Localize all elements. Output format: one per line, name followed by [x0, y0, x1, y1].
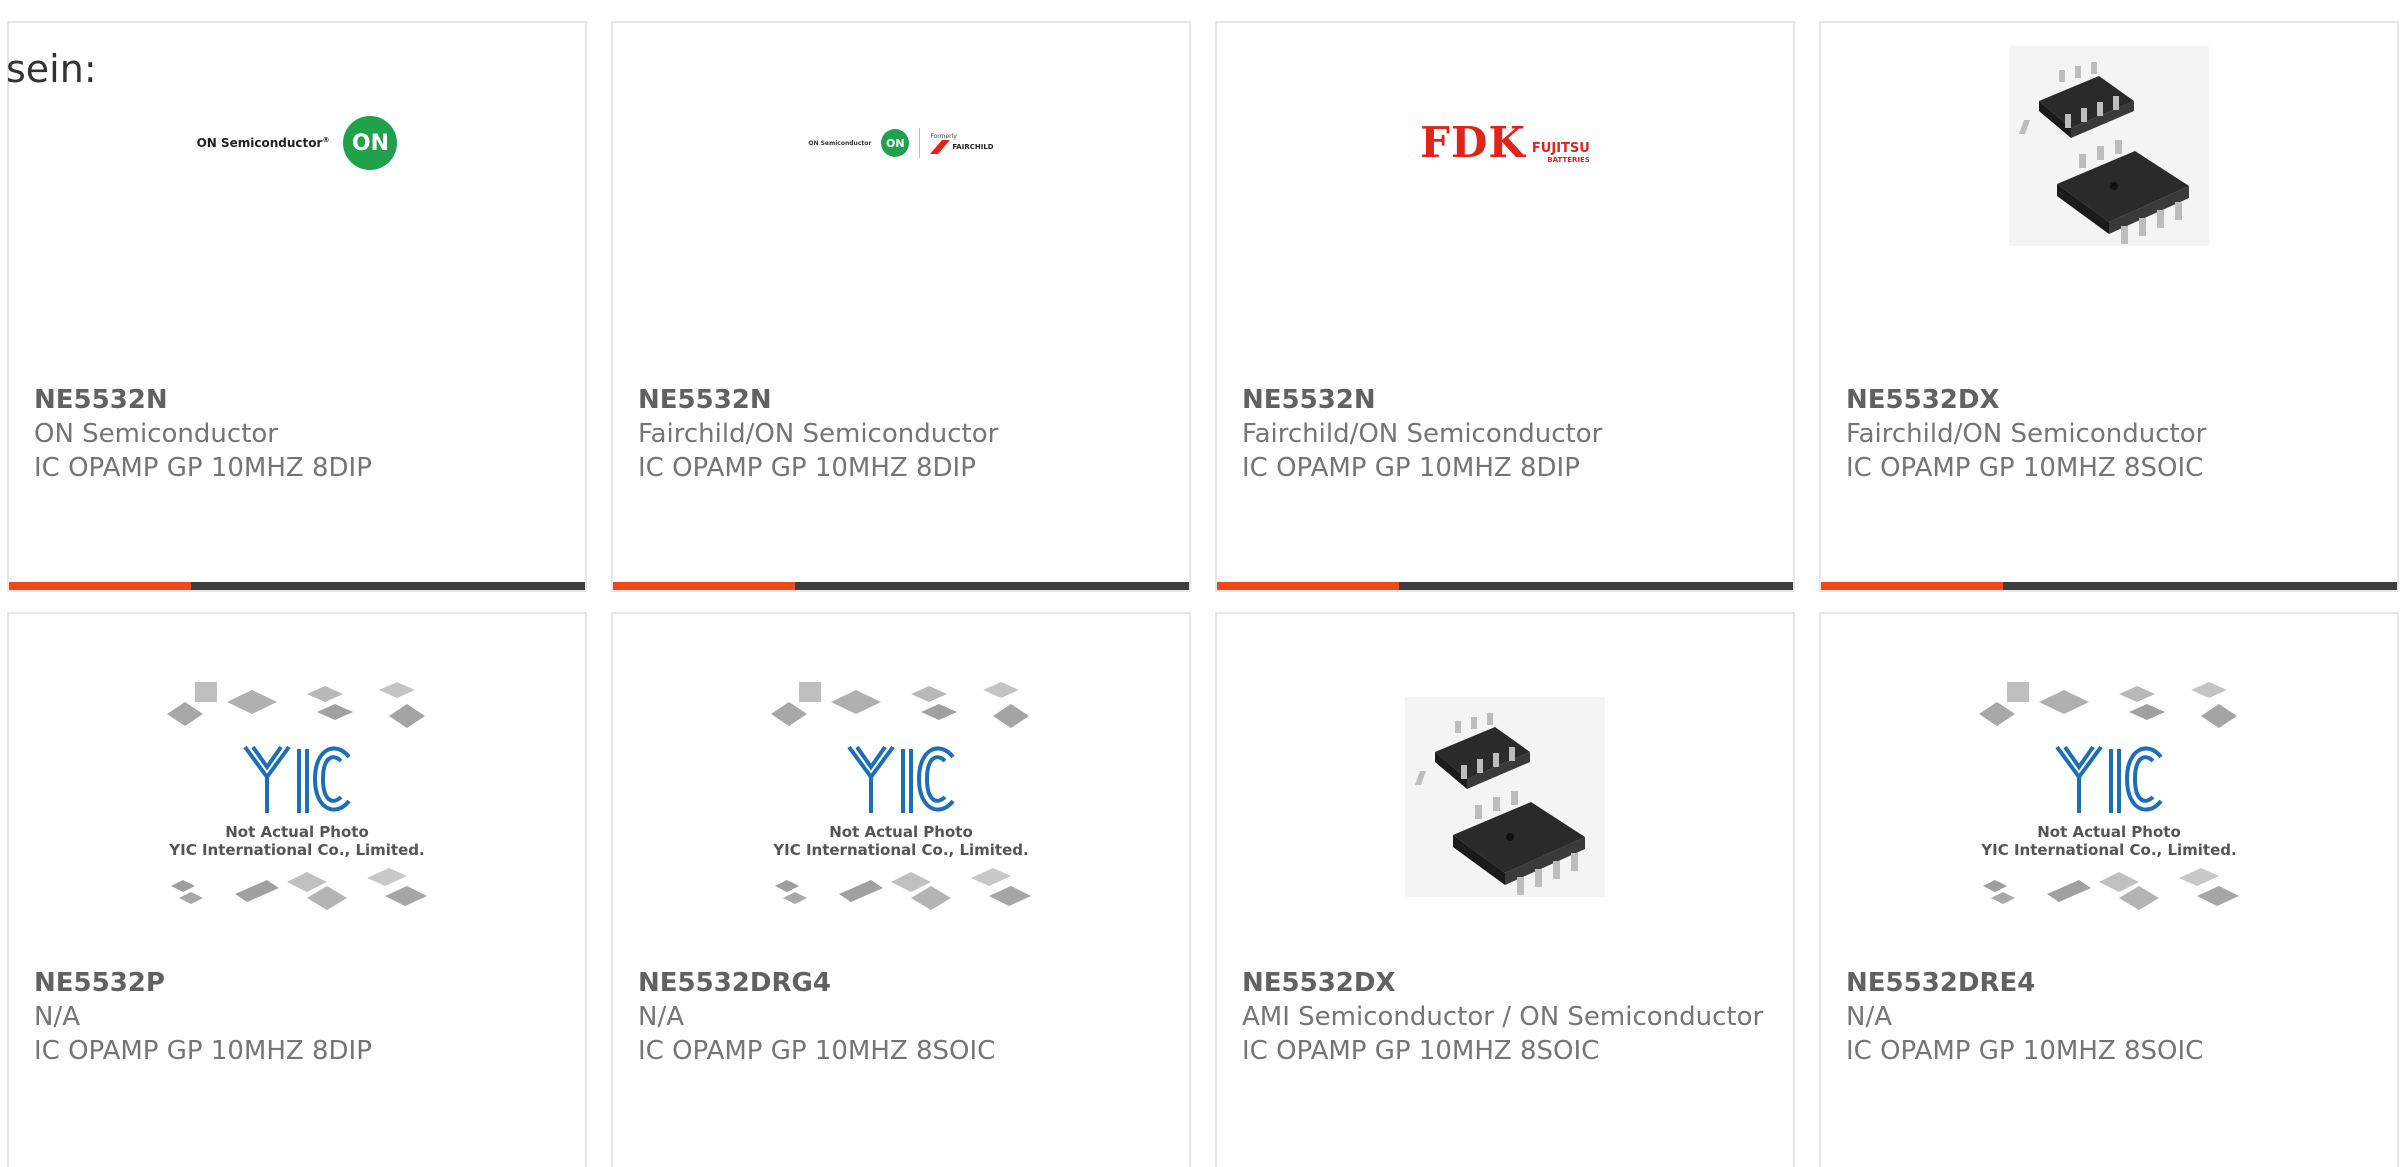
page-label: sein:	[6, 47, 97, 91]
product-image[interactable]: Not Actual Photo YIC International Co., …	[9, 614, 585, 934]
product-description: IC OPAMP GP 10MHZ 8DIP	[34, 1036, 372, 1066]
placeholder-line2: YIC International Co., Limited.	[1981, 841, 2237, 860]
product-info: NE5532N Fairchild/ON Semiconductor IC OP…	[1242, 383, 1773, 485]
fdk-wordmark: FDK	[1420, 118, 1526, 167]
product-image[interactable]: FDK FUJITSU BATTERIES	[1217, 23, 1793, 343]
product-info: NE5532N Fairchild/ON Semiconductor IC OP…	[638, 383, 1169, 485]
fujitsu-mark: FUJITSU BATTERIES	[1531, 141, 1590, 164]
product-card[interactable]: Not Actual Photo YIC International Co., …	[611, 612, 1191, 1167]
logo-wordmark: ON Semiconductor®	[196, 136, 330, 150]
product-description: IC OPAMP GP 10MHZ 8DIP	[1242, 453, 1580, 483]
fairchild-mark: Formerly FAIRCHILD	[930, 133, 994, 154]
card-accent-bar	[1821, 582, 2397, 590]
bar-dark	[1399, 582, 1793, 590]
product-card[interactable]: NE5532DX Fairchild/ON Semiconductor IC O…	[1819, 21, 2399, 592]
part-number[interactable]: NE5532DRE4	[1846, 966, 2377, 1000]
chip-photo-icon	[1405, 697, 1605, 897]
product-card[interactable]: ON Semiconductor® ON NE5532N ON Semicond…	[7, 21, 587, 592]
part-number[interactable]: NE5532DX	[1846, 383, 2377, 417]
bar-accent	[9, 582, 191, 590]
card-accent-bar	[1217, 582, 1793, 590]
product-description: IC OPAMP GP 10MHZ 8DIP	[34, 453, 372, 483]
yic-placeholder-image: Not Actual Photo YIC International Co., …	[157, 674, 437, 914]
soic-8-chip-photo	[1405, 697, 1605, 901]
product-image[interactable]	[1821, 23, 2397, 343]
product-card[interactable]: Not Actual Photo YIC International Co., …	[7, 612, 587, 1167]
placeholder-line2: YIC International Co., Limited.	[169, 841, 425, 860]
manufacturer: N/A	[638, 1002, 684, 1032]
product-description: IC OPAMP GP 10MHZ 8SOIC	[1846, 453, 2204, 483]
product-grid: ON Semiconductor® ON NE5532N ON Semicond…	[0, 0, 2400, 1167]
product-description: IC OPAMP GP 10MHZ 8SOIC	[1242, 1036, 1600, 1066]
package-icons-bottom	[775, 867, 1031, 910]
logo-wordmark: ON Semiconductor	[808, 139, 872, 147]
product-description: IC OPAMP GP 10MHZ 8SOIC	[638, 1036, 996, 1066]
logo-divider	[919, 128, 921, 158]
on-badge-icon: ON	[343, 116, 398, 170]
package-icons-top	[771, 682, 1029, 728]
package-icons-bottom	[1983, 867, 2239, 910]
yic-placeholder-image: Not Actual Photo YIC International Co., …	[761, 674, 1041, 914]
product-info: NE5532DX Fairchild/ON Semiconductor IC O…	[1846, 383, 2377, 485]
manufacturer: Fairchild/ON Semiconductor	[1242, 419, 1603, 449]
bar-dark	[795, 582, 1189, 590]
part-number[interactable]: NE5532N	[34, 383, 565, 417]
product-card[interactable]: Not Actual Photo YIC International Co., …	[1819, 612, 2399, 1167]
placeholder-line1: Not Actual Photo	[2037, 823, 2181, 842]
placeholder-line1: Not Actual Photo	[829, 823, 973, 842]
product-info: NE5532DX AMI Semiconductor / ON Semicond…	[1242, 966, 1773, 1068]
fairchild-on-logo: ON Semiconductor ON Formerly FAIRCHILD	[808, 128, 994, 158]
yic-logo-icon	[847, 745, 955, 813]
manufacturer: N/A	[1846, 1002, 1892, 1032]
part-number[interactable]: NE5532P	[34, 966, 565, 1000]
on-semiconductor-logo: ON Semiconductor® ON	[197, 116, 398, 170]
card-accent-bar	[9, 582, 585, 590]
product-image[interactable]: Not Actual Photo YIC International Co., …	[613, 614, 1189, 934]
package-icons-top	[1979, 682, 2237, 728]
product-description: IC OPAMP GP 10MHZ 8DIP	[638, 453, 976, 483]
manufacturer: Fairchild/ON Semiconductor	[638, 419, 999, 449]
yic-logo-icon	[243, 745, 351, 813]
product-info: NE5532N ON Semiconductor IC OPAMP GP 10M…	[34, 383, 565, 485]
product-image[interactable]	[1217, 614, 1793, 934]
product-card[interactable]: FDK FUJITSU BATTERIES NE5532N Fairchild/…	[1215, 21, 1795, 592]
product-card[interactable]: NE5532DX AMI Semiconductor / ON Semicond…	[1215, 612, 1795, 1167]
product-info: NE5532DRG4 N/A IC OPAMP GP 10MHZ 8SOIC	[638, 966, 1169, 1068]
bar-accent	[613, 582, 795, 590]
on-badge-icon: ON	[881, 129, 910, 157]
product-info: NE5532DRE4 N/A IC OPAMP GP 10MHZ 8SOIC	[1846, 966, 2377, 1068]
bar-dark	[191, 582, 585, 590]
product-image[interactable]: ON Semiconductor ON Formerly FAIRCHILD	[613, 23, 1189, 343]
yic-logo-icon	[2055, 745, 2163, 813]
package-icons-bottom	[171, 867, 427, 910]
part-number[interactable]: NE5532N	[1242, 383, 1773, 417]
fairchild-slash-icon	[930, 139, 951, 154]
product-image[interactable]: Not Actual Photo YIC International Co., …	[1821, 614, 2397, 934]
part-number[interactable]: NE5532DX	[1242, 966, 1773, 1000]
package-icons-top	[167, 682, 425, 728]
manufacturer: N/A	[34, 1002, 80, 1032]
placeholder-line1: Not Actual Photo	[225, 823, 369, 842]
bar-accent	[1217, 582, 1399, 590]
product-card[interactable]: ON Semiconductor ON Formerly FAIRCHILD N…	[611, 21, 1191, 592]
chip-photo-icon	[2009, 46, 2209, 246]
fdk-fujitsu-logo: FDK FUJITSU BATTERIES	[1420, 118, 1590, 167]
card-accent-bar	[613, 582, 1189, 590]
part-number[interactable]: NE5532N	[638, 383, 1169, 417]
bar-accent	[1821, 582, 2003, 590]
manufacturer: AMI Semiconductor / ON Semiconductor	[1242, 1002, 1764, 1032]
placeholder-text: Not Actual Photo YIC International Co., …	[1981, 823, 2236, 859]
yic-placeholder-image: Not Actual Photo YIC International Co., …	[1969, 674, 2249, 914]
manufacturer: Fairchild/ON Semiconductor	[1846, 419, 2207, 449]
manufacturer: ON Semiconductor	[34, 419, 278, 449]
product-info: NE5532P N/A IC OPAMP GP 10MHZ 8DIP	[34, 966, 565, 1068]
part-number[interactable]: NE5532DRG4	[638, 966, 1169, 1000]
placeholder-text: Not Actual Photo YIC International Co., …	[169, 823, 424, 859]
placeholder-text: Not Actual Photo YIC International Co., …	[773, 823, 1028, 859]
soic-8-chip-photo	[2009, 46, 2209, 250]
bar-dark	[2003, 582, 2397, 590]
placeholder-line2: YIC International Co., Limited.	[773, 841, 1029, 860]
product-description: IC OPAMP GP 10MHZ 8SOIC	[1846, 1036, 2204, 1066]
